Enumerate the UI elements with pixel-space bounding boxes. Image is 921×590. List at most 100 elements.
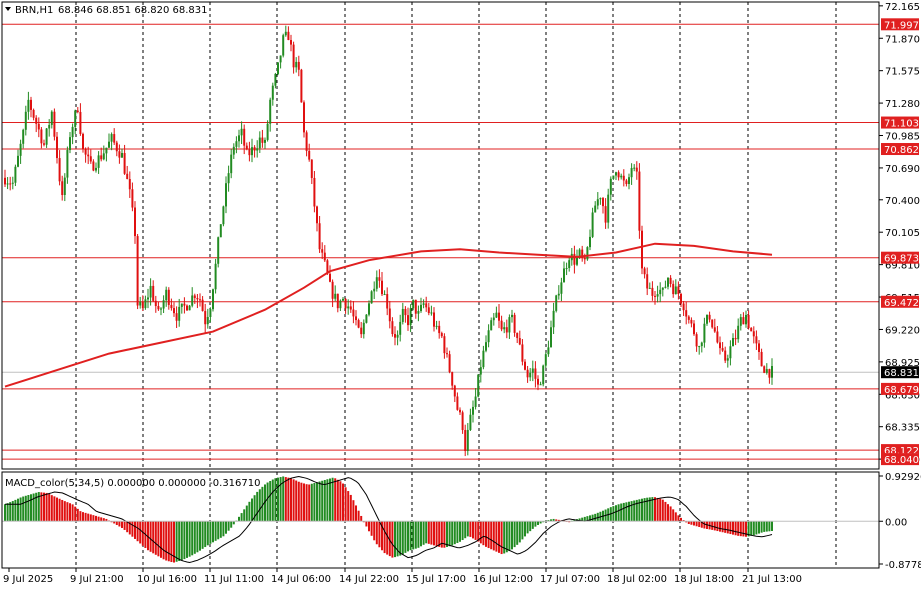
candle-body	[37, 123, 40, 130]
candle-body	[537, 378, 539, 385]
macd-bar	[726, 521, 729, 534]
candle-body	[674, 286, 677, 295]
candle-body	[739, 317, 742, 326]
candle-body	[193, 295, 196, 299]
macd-bar	[763, 521, 766, 532]
candle-body	[295, 61, 298, 68]
macd-bar	[651, 497, 654, 522]
macd-bar	[513, 521, 516, 548]
macd-bar	[656, 497, 659, 522]
macd-bar	[498, 521, 500, 553]
candle-body	[279, 55, 282, 63]
candle-body	[50, 111, 53, 125]
macd-bar	[677, 515, 680, 522]
candle-body	[102, 153, 105, 160]
candle-body	[752, 331, 755, 337]
macd-bar	[66, 502, 69, 522]
candle-body	[643, 268, 646, 275]
macd-bar	[594, 513, 597, 522]
macd-bar	[625, 502, 628, 522]
candle-body	[97, 155, 100, 168]
candle-body	[121, 153, 123, 158]
macd-bar	[199, 521, 201, 551]
candle-body	[167, 289, 170, 305]
candle-body	[469, 414, 472, 430]
candle-body	[388, 308, 391, 322]
candle-body	[651, 287, 654, 296]
candle-body	[451, 372, 454, 386]
macd-bar	[27, 495, 30, 522]
candle-body	[134, 207, 136, 237]
candle-body	[693, 323, 695, 335]
candle-body	[716, 331, 719, 343]
candle-body	[401, 308, 404, 322]
macd-bar	[409, 521, 412, 551]
candle-body	[357, 320, 360, 328]
candle-body	[305, 132, 308, 151]
macd-tick-label: -0.877843	[885, 560, 921, 571]
macd-bar	[300, 482, 303, 522]
candle-body	[14, 166, 17, 183]
candle-body	[11, 182, 14, 184]
candle-body	[472, 406, 474, 415]
candle-body	[362, 322, 365, 335]
macd-bar	[659, 498, 662, 522]
macd-bar	[157, 521, 160, 557]
macd-bar	[209, 521, 212, 544]
macd-bar	[391, 521, 394, 558]
macd-bar	[56, 497, 58, 522]
macd-bar	[698, 521, 701, 528]
macd-bar	[89, 514, 92, 522]
candle-body	[760, 351, 763, 367]
macd-bar	[240, 513, 243, 522]
time-tick-label: 10 Jul 16:00	[137, 574, 197, 585]
macd-bar	[742, 521, 745, 537]
macd-bar	[238, 516, 240, 522]
candle-body	[768, 369, 771, 378]
candle-body	[589, 236, 591, 248]
candle-body	[186, 305, 188, 311]
trading-chart[interactable]: 72.165 71.870 71.575 71.280 70.985 70.690 70.4…	[0, 0, 921, 590]
macd-bar	[342, 483, 344, 522]
macd-bar	[297, 481, 300, 522]
candle-body	[453, 385, 456, 397]
candle-body	[617, 172, 620, 178]
candle-body	[521, 344, 524, 362]
macd-bar	[495, 521, 498, 552]
candle-body	[630, 168, 633, 178]
candle-body	[599, 198, 602, 200]
candle-body	[128, 178, 131, 190]
price-tick-label: 71.575	[885, 67, 920, 78]
macd-bar	[695, 521, 698, 527]
candle-body	[74, 110, 77, 127]
macd-bar	[630, 501, 633, 522]
candle-body	[625, 180, 628, 185]
candle-body	[248, 149, 251, 156]
candle-body	[180, 303, 183, 307]
macd-bar	[183, 521, 186, 560]
macd-bar	[217, 521, 220, 540]
candle-body	[386, 294, 389, 309]
candle-body	[448, 354, 451, 373]
macd-bar	[121, 521, 123, 528]
level-price-label: 71.103	[884, 119, 919, 130]
time-tick-label: 18 Jul 18:00	[674, 574, 734, 585]
macd-bar	[521, 521, 524, 540]
candle-body	[154, 300, 157, 307]
chart-canvas[interactable]: 72.165 71.870 71.575 71.280 70.985 70.690 70.4…	[0, 0, 921, 590]
candle-body	[339, 300, 342, 309]
candle-body	[63, 177, 66, 196]
candle-body	[602, 198, 604, 207]
macd-bar	[149, 521, 152, 552]
macd-bar	[227, 521, 230, 531]
macd-bar	[482, 521, 485, 546]
macd-bar	[474, 521, 477, 540]
macd-bar	[141, 521, 144, 546]
candle-body	[277, 62, 279, 74]
macd-bar	[357, 510, 360, 522]
candle-body	[147, 297, 149, 300]
macd-bar	[456, 521, 459, 543]
price-tick-label: 70.105	[885, 228, 920, 239]
candle-body	[641, 230, 643, 269]
macd-bar	[136, 521, 139, 542]
